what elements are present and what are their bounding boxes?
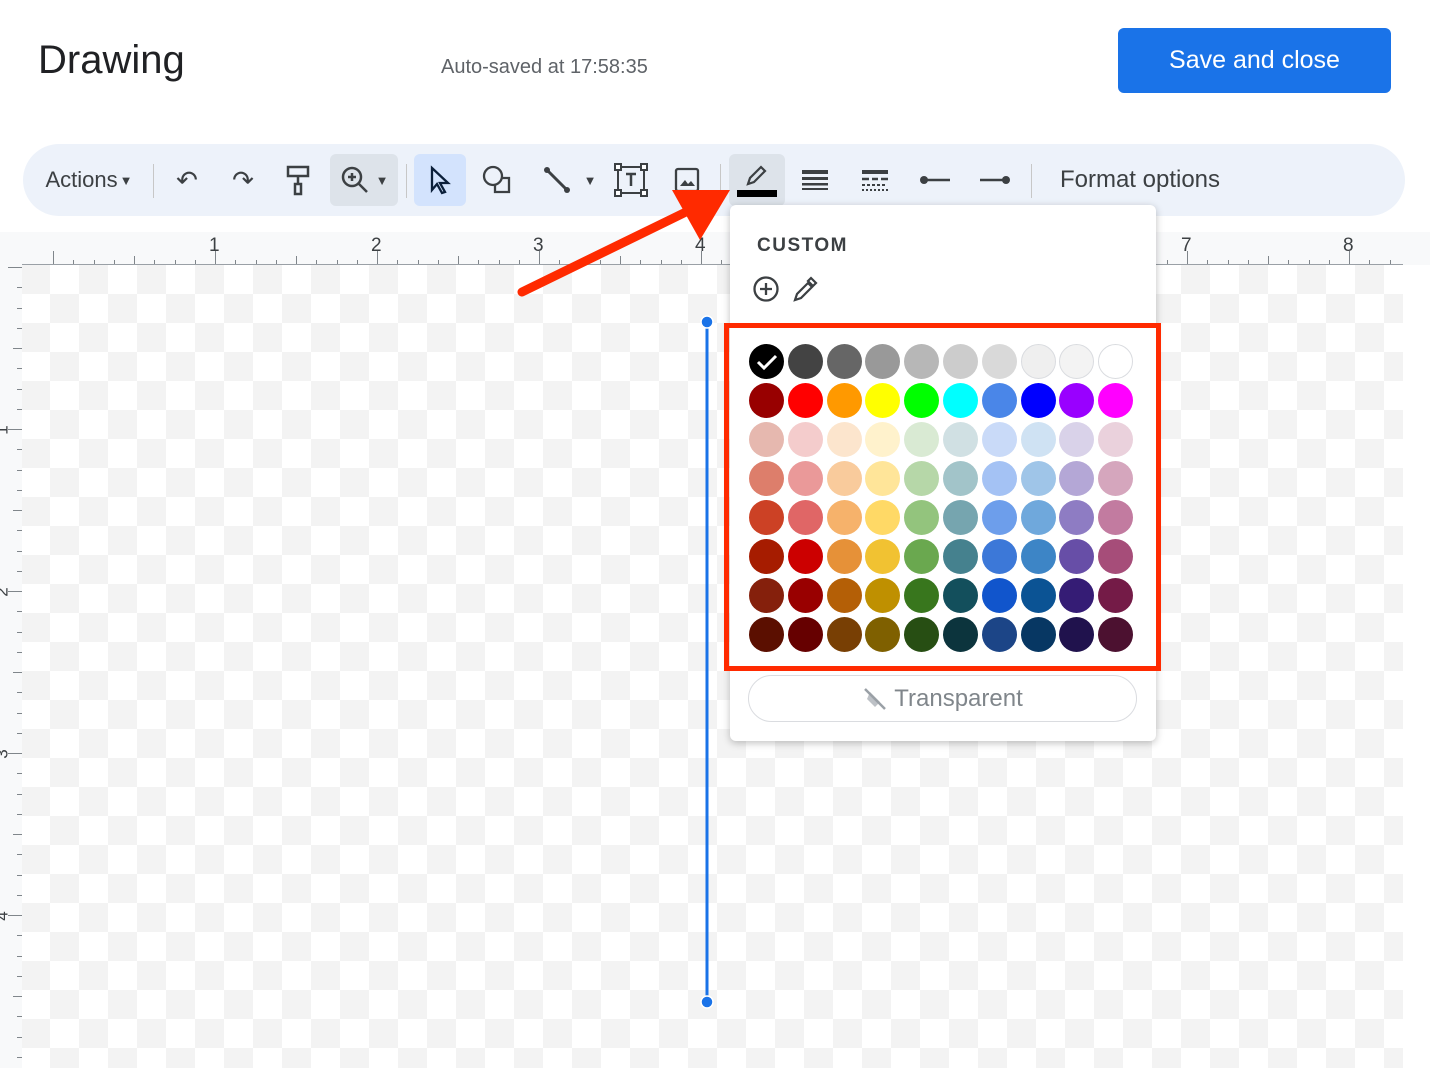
vertical-ruler: 1 2 3 4	[0, 265, 22, 1068]
ruler-label: 2	[371, 235, 382, 256]
highlight-box	[724, 323, 1161, 671]
line-weight-icon[interactable]	[793, 154, 837, 206]
actions-label: Actions	[45, 167, 118, 192]
ruler-label: 1	[0, 425, 13, 434]
divider	[406, 164, 407, 198]
ruler-label: 7	[1181, 235, 1192, 256]
save-and-close-button[interactable]: Save and close	[1118, 28, 1391, 93]
divider	[153, 164, 154, 198]
transparent-button[interactable]: Transparent	[748, 675, 1137, 722]
ruler-label: 4	[0, 911, 13, 920]
divider	[1031, 164, 1032, 198]
selected-line[interactable]	[690, 310, 724, 1015]
transparent-label: Transparent	[894, 684, 1023, 712]
undo-icon[interactable]: ↶	[165, 154, 209, 206]
eyedropper-icon[interactable]	[791, 275, 819, 303]
add-custom-color-icon[interactable]	[752, 275, 780, 303]
actions-menu[interactable]: Actions ▼	[39, 154, 139, 206]
line-dash-icon[interactable]	[853, 154, 897, 206]
ruler-label: 8	[1343, 235, 1354, 256]
app-title: Drawing	[38, 38, 185, 82]
format-options-button[interactable]: Format options	[1045, 154, 1235, 206]
ruler-label: 2	[0, 587, 13, 596]
line-handle-end[interactable]	[700, 995, 714, 1009]
caret-down-icon: ▼	[375, 172, 389, 188]
line-end-icon[interactable]	[973, 154, 1017, 206]
redo-icon[interactable]: ↷	[221, 154, 265, 206]
caret-down-icon: ▼	[119, 172, 133, 188]
line-handle-start[interactable]	[700, 315, 714, 329]
select-icon[interactable]	[414, 154, 466, 206]
current-color-indicator	[737, 190, 777, 197]
paint-format-icon[interactable]	[276, 154, 320, 206]
zoom-icon	[341, 166, 368, 193]
ruler-label: 3	[0, 749, 13, 758]
line-start-icon[interactable]	[913, 154, 957, 206]
ruler-label: 1	[209, 235, 220, 256]
pencil-icon	[746, 165, 767, 186]
annotation-arrow	[517, 190, 730, 297]
custom-label: CUSTOM	[757, 235, 848, 256]
no-fill-icon	[864, 687, 887, 710]
autosave-status: Auto-saved at 17:58:35	[441, 56, 648, 78]
zoom-button[interactable]: ▼	[330, 154, 398, 206]
